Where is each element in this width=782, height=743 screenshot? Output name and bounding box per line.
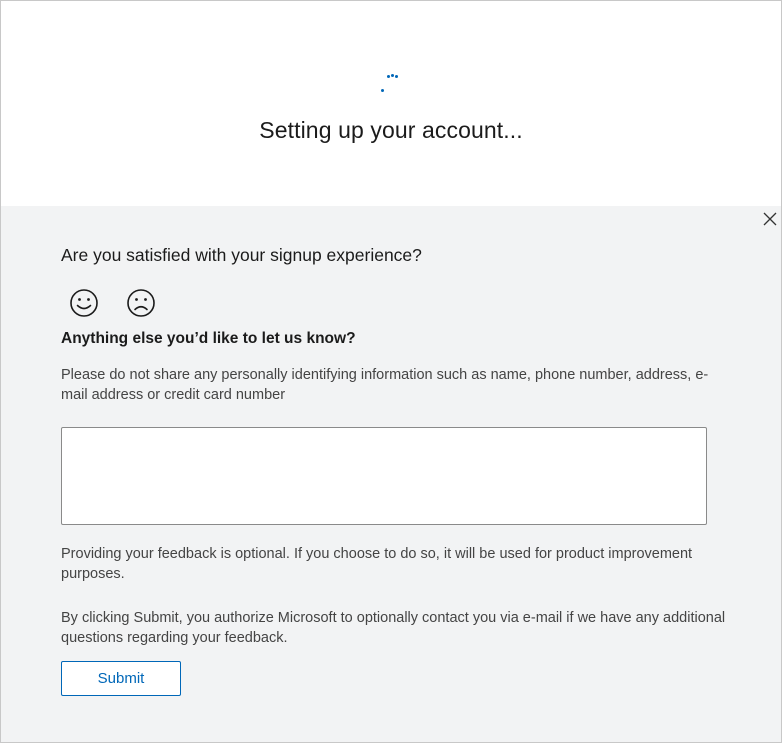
page-title: Setting up your account... xyxy=(259,117,523,143)
close-icon xyxy=(763,212,777,226)
satisfaction-rating xyxy=(68,287,157,319)
dissatisfied-button[interactable] xyxy=(125,287,157,319)
smiley-sad-icon xyxy=(127,289,155,317)
smiley-happy-icon xyxy=(70,289,98,317)
feedback-panel: Are you satisfied with your signup exper… xyxy=(1,206,781,742)
signup-window: Setting up your account... Are you satis… xyxy=(0,0,782,743)
authorize-note: By clicking Submit, you authorize Micros… xyxy=(61,610,726,646)
optional-note: Providing your feedback is optional. If … xyxy=(61,546,693,582)
setup-header: Setting up your account... xyxy=(1,1,781,206)
loading-spinner-icon xyxy=(379,71,403,95)
close-button[interactable] xyxy=(761,210,779,228)
anything-else-question: Anything else you’d like to let us know? xyxy=(61,330,356,347)
satisfaction-question: Are you satisfied with your signup exper… xyxy=(61,245,422,265)
privacy-note: Please do not share any personally ident… xyxy=(61,367,709,403)
submit-button[interactable]: Submit xyxy=(61,661,181,696)
satisfied-button[interactable] xyxy=(68,287,100,319)
feedback-textarea[interactable] xyxy=(61,427,707,525)
